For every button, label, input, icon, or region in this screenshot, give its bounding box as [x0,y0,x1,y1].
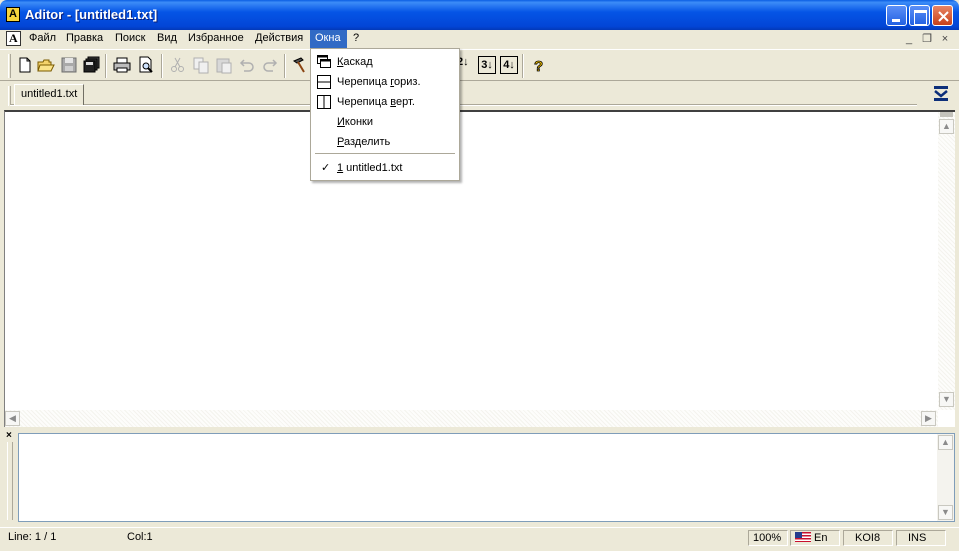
status-insert-mode[interactable]: INS [896,530,946,546]
scroll-up-button[interactable]: ▲ [939,119,954,134]
redo-icon[interactable] [261,56,279,74]
mdi-restore-button[interactable]: ❐ [920,33,934,46]
title-bar: A Aditor - [untitled1.txt] [0,0,959,30]
windows-menu-cascade[interactable]: Каскад [312,52,458,72]
menu-bar: Файл Правка Поиск Вид Избранное Действия… [0,30,959,48]
menu-favorites[interactable]: Избранное [183,30,249,48]
status-zoom[interactable]: 100% [748,530,788,546]
output-close-button[interactable]: × [6,430,12,441]
print-preview-icon[interactable] [137,56,155,74]
windows-menu-split[interactable]: Разделить [312,132,458,152]
paste-icon[interactable] [215,56,233,74]
toolbar-separator [161,54,163,78]
split-handle[interactable] [940,112,953,117]
windows-menu-tile-horizontal[interactable]: Черепица гориз. [312,72,458,92]
windows-menu-icons[interactable]: Иконки [312,112,458,132]
window-bottom-border [0,546,959,551]
editor-area[interactable]: ▲ ▼ ◀ ▶ [4,110,955,427]
output-scroll-down-button[interactable]: ▼ [938,505,953,520]
status-line: Line: 1 / 1 [8,531,57,543]
windows-menu-open-window-1[interactable]: ✓ 1 untitled1.txt [312,158,458,178]
bookmark-3-icon[interactable]: 3↓ [478,56,496,74]
tab-baseline [10,104,917,106]
status-col: Col:1 [127,531,153,543]
checkmark-icon: ✓ [321,162,331,174]
menu-separator [315,153,455,154]
scroll-right-button[interactable]: ▶ [921,411,936,426]
toolbar-separator [284,54,286,78]
status-encoding[interactable]: KOI8 [843,530,893,546]
help-icon[interactable]: ? [530,56,548,74]
print-icon[interactable] [113,56,131,74]
mdi-minimize-button[interactable]: _ [902,33,916,46]
app-icon: A [6,7,20,22]
tabstrip-grip[interactable] [8,86,11,106]
menu-file[interactable]: Файл [24,30,61,48]
menu-view[interactable]: Вид [152,30,182,48]
copy-icon[interactable] [192,56,210,74]
svg-text:?: ? [534,58,543,74]
editor-horizontal-scrollbar[interactable]: ◀ ▶ [5,410,938,427]
menu-help[interactable]: ? [348,30,364,48]
tile-horizontal-icon [317,75,331,89]
menu-actions[interactable]: Действия [250,30,308,48]
document-tab-strip: untitled1.txt [0,82,959,109]
save-all-icon[interactable] [83,56,101,74]
close-button[interactable] [932,5,953,26]
output-panel: × ▲ ▼ [4,429,955,522]
window-title: Aditor - [untitled1.txt] [25,7,158,22]
toolbar-separator [105,54,107,78]
us-flag-icon [795,532,811,542]
menu-windows[interactable]: Окна [310,30,347,48]
menu-edit[interactable]: Правка [61,30,108,48]
save-icon[interactable] [60,56,78,74]
tile-vertical-icon [317,95,331,109]
status-language[interactable]: En [790,530,840,546]
undo-icon[interactable] [238,56,256,74]
editor-vertical-scrollbar[interactable]: ▲ ▼ [938,112,955,410]
output-scroll-up-button[interactable]: ▲ [938,435,953,450]
status-language-label: En [814,532,828,544]
bookmark-4-icon[interactable]: 4↓ [500,56,518,74]
toolbar-separator [522,54,524,78]
minimize-button[interactable] [886,5,907,26]
output-text-area[interactable]: ▲ ▼ [18,433,955,522]
mdi-close-button[interactable]: × [938,33,952,46]
scroll-down-button[interactable]: ▼ [939,392,954,407]
maximize-button[interactable] [909,5,930,26]
cut-icon[interactable] [169,56,187,74]
cascade-icon [317,55,331,68]
new-file-icon[interactable] [16,56,34,74]
toolbar-grip[interactable] [8,54,11,78]
toolbar: 2↓ 3↓ 4↓ ? [0,49,959,81]
tab-untitled1[interactable]: untitled1.txt [14,84,85,105]
status-bar: Line: 1 / 1 Col:1 100% En KOI8 INS [0,527,959,546]
windows-menu-tile-vertical[interactable]: Черепица верт. [312,92,458,112]
output-vertical-scrollbar[interactable]: ▲ ▼ [937,434,954,521]
output-panel-grip[interactable] [7,442,13,520]
document-icon[interactable] [6,31,21,46]
open-folder-icon[interactable] [37,56,55,74]
chevron-down-icon[interactable] [933,86,949,102]
scroll-left-button[interactable]: ◀ [5,411,20,426]
menu-search[interactable]: Поиск [110,30,150,48]
windows-menu-dropdown: Каскад Черепица гориз. Черепица верт. Ик… [310,48,460,181]
close-icon [938,11,949,22]
tools-icon[interactable] [291,56,309,74]
